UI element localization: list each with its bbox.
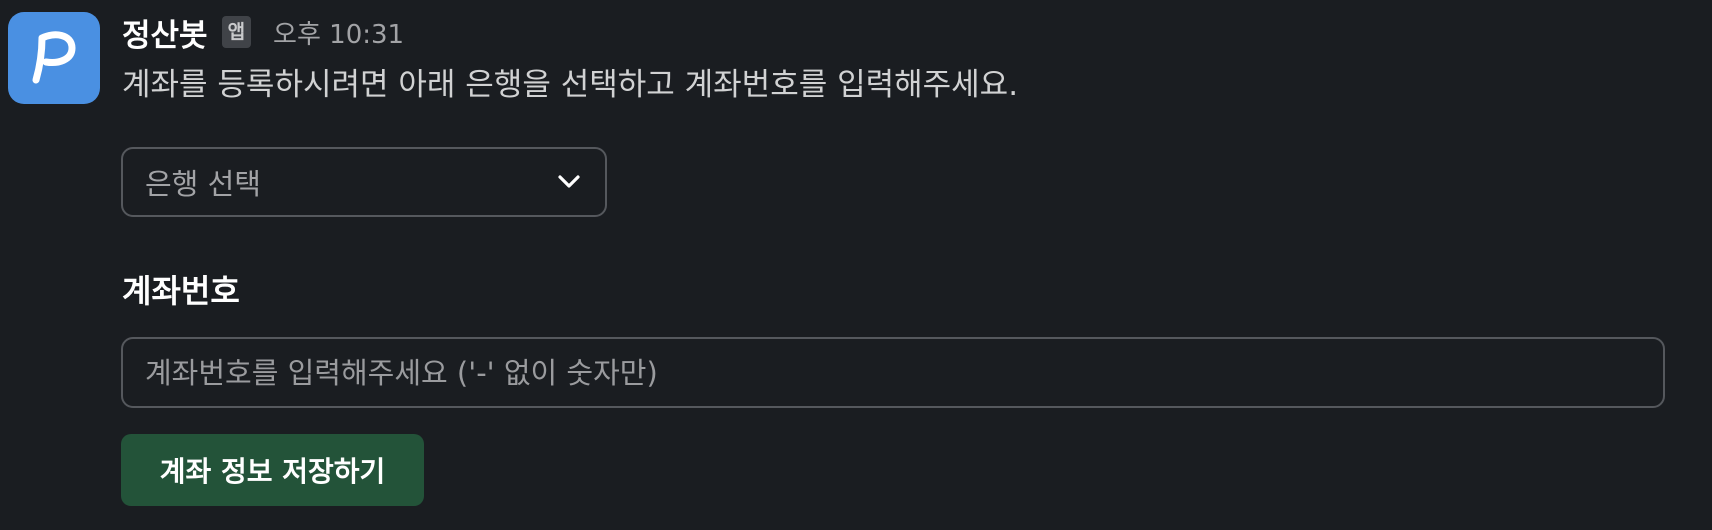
bank-select-placeholder: 은행 선택 xyxy=(145,167,261,201)
bot-name[interactable]: 정산봇 xyxy=(122,10,208,55)
bot-avatar[interactable] xyxy=(8,12,100,104)
chevron-down-icon xyxy=(558,175,580,188)
save-account-button-label: 계좌 정보 저장하기 xyxy=(159,455,386,488)
message-text: 계좌를 등록하시려면 아래 은행을 선택하고 계좌번호를 입력해주세요. xyxy=(122,67,1019,103)
bank-select-dropdown[interactable]: 은행 선택 xyxy=(121,147,607,217)
bot-logo-icon xyxy=(32,31,76,84)
app-badge: 앱 xyxy=(221,16,252,48)
save-account-button[interactable]: 계좌 정보 저장하기 xyxy=(121,434,424,506)
account-number-label: 계좌번호 xyxy=(122,272,240,310)
account-number-input[interactable] xyxy=(121,337,1665,408)
message-timestamp[interactable]: 오후 10:31 xyxy=(273,14,404,51)
message-header: 정산봇 앱 오후 10:31 xyxy=(122,10,404,54)
